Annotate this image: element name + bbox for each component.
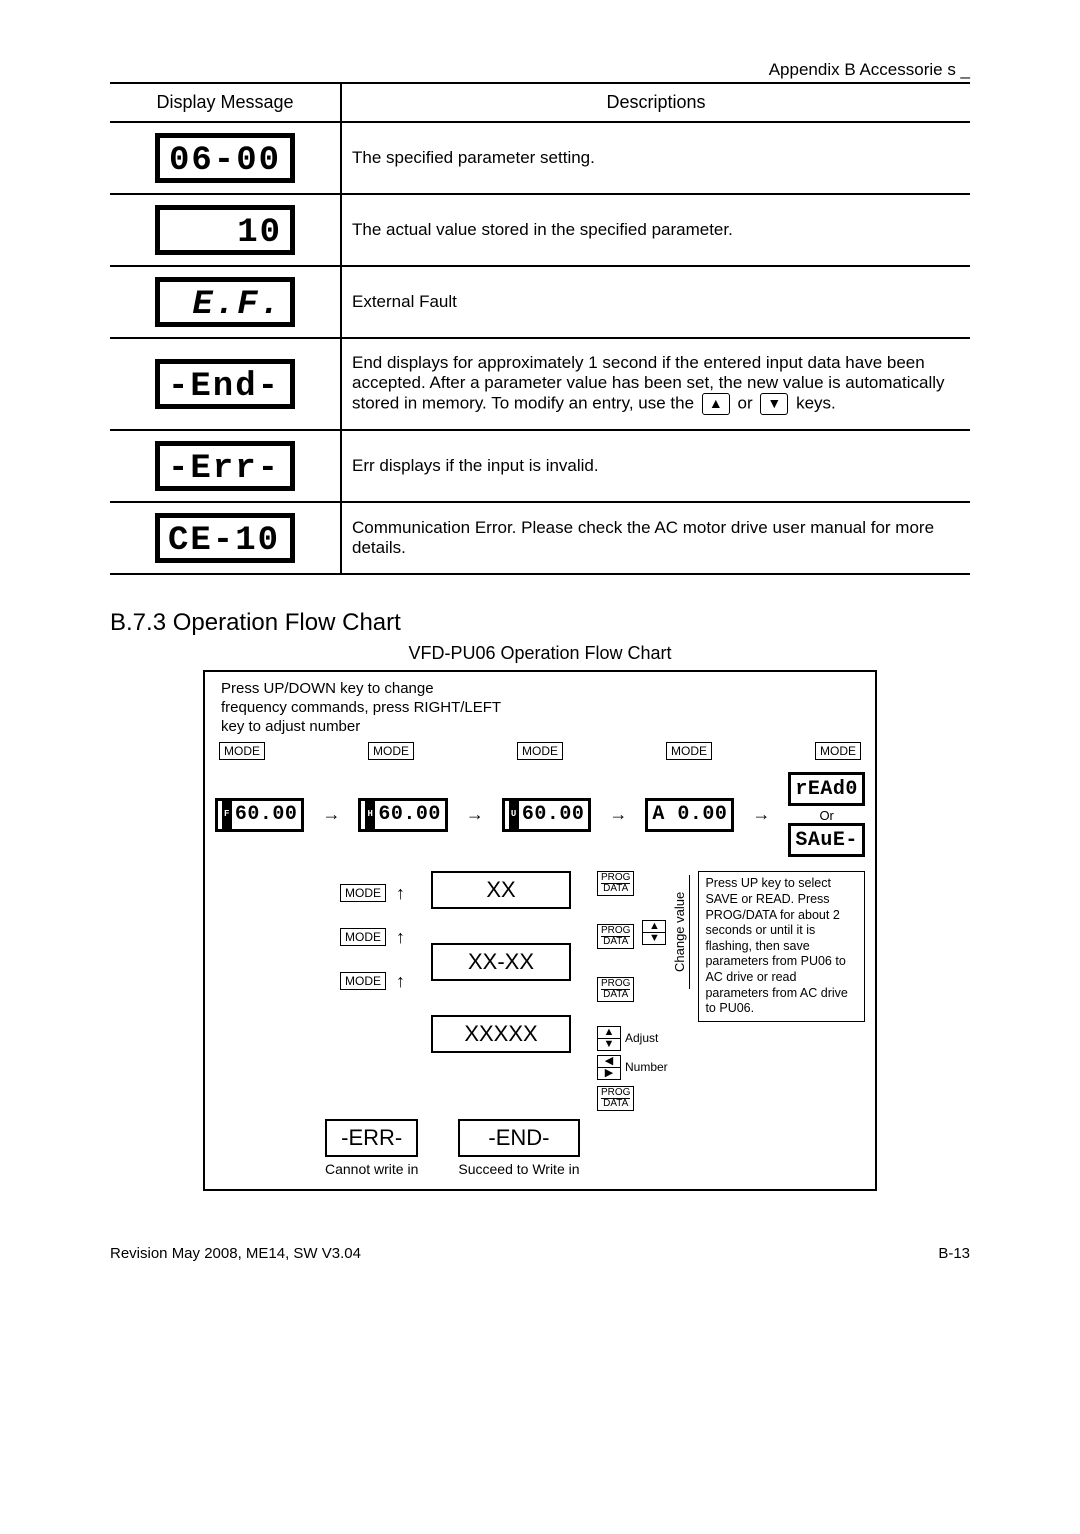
mode-box: MODE (340, 972, 386, 990)
flow-note-updown: Press UP/DOWN key to change frequency co… (221, 680, 501, 736)
lcd-display: -Err- (155, 441, 295, 491)
arrow-up-icon: ↑ (396, 883, 405, 904)
table-row: E.F. External Fault (110, 266, 970, 338)
lcd-display: -End- (155, 359, 295, 409)
mode-box: MODE (666, 742, 712, 760)
mode-box: MODE (815, 742, 861, 760)
mode-box: MODE (368, 742, 414, 760)
table-row: 10 The actual value stored in the specif… (110, 194, 970, 266)
or-label: Or (788, 808, 865, 823)
cell-xxxxx: XXXXX (431, 1015, 571, 1053)
lcd-top-row: F60.00 → H60.00 → U60.00 → A 0.00 → rEAd… (215, 772, 865, 857)
down-key-icon: ▼ (760, 393, 788, 415)
arrow-right-icon: → (466, 804, 484, 825)
leftright-arrows-icon: ◀▶ (597, 1055, 621, 1080)
cell-xx-xx: XX-XX (431, 943, 571, 981)
cell-xx: XX (431, 871, 571, 909)
lcd-display: 06-00 (155, 133, 295, 183)
flow-chart-title: VFD-PU06 Operation Flow Chart (110, 643, 970, 664)
table-row: -Err- Err displays if the input is inval… (110, 430, 970, 502)
desc-cell: The actual value stored in the specified… (341, 194, 970, 266)
table-row: -End- End displays for approximately 1 s… (110, 338, 970, 430)
arrow-right-icon: → (752, 804, 770, 825)
mode-label-row: MODE MODE MODE MODE MODE (215, 742, 865, 760)
page-footer: Revision May 2008, ME14, SW V3.04 B-13 (110, 1245, 970, 1262)
desc-cell: The specified parameter setting. (341, 122, 970, 194)
footer-left: Revision May 2008, ME14, SW V3.04 (110, 1245, 361, 1262)
flow-chart: Press UP/DOWN key to change frequency co… (203, 670, 877, 1191)
end-caption: Succeed to Write in (458, 1161, 579, 1177)
lcd-save: SAuE- (788, 823, 865, 857)
footer-right: B-13 (938, 1245, 970, 1262)
desc-cell: External Fault (341, 266, 970, 338)
appendix-header: Appendix B Accessorie s _ (110, 60, 970, 84)
adjust-number-row: ◀▶ Number (597, 1055, 865, 1080)
col-display-message: Display Message (110, 84, 341, 122)
table-row: 06-00 The specified parameter setting. (110, 122, 970, 194)
lcd-f: F60.00 (215, 798, 304, 832)
flow-note-save-read: Press UP key to select SAVE or READ. Pre… (698, 871, 865, 1022)
lcd-display: CE-10 (155, 513, 295, 563)
mode-box: MODE (340, 928, 386, 946)
section-heading: B.7.3 Operation Flow Chart (110, 609, 970, 637)
err-box: -ERR- (325, 1119, 418, 1157)
desc-cell: Err displays if the input is invalid. (341, 430, 970, 502)
adjust-number-row: ▲▼ Adjust (597, 1026, 865, 1051)
prog-data-box: PROGDATA (597, 1086, 634, 1111)
updown-arrows-icon: ▲▼ (642, 920, 666, 945)
mode-box: MODE (219, 742, 265, 760)
desc-cell: Communication Error. Please check the AC… (341, 502, 970, 574)
arrow-up-icon: ↑ (396, 971, 405, 992)
lcd-display: 10 (155, 205, 295, 255)
lcd-u: U60.00 (502, 798, 591, 832)
prog-data-box: PROGDATA (597, 871, 634, 896)
up-key-icon: ▲ (702, 393, 730, 415)
lcd-h: H60.00 (358, 798, 447, 832)
change-value-label: Change value (670, 875, 690, 989)
err-caption: Cannot write in (325, 1161, 418, 1177)
mode-box: MODE (340, 884, 386, 902)
lcd-display: E.F. (155, 277, 295, 327)
updown-arrows-icon: ▲▼ (597, 1026, 621, 1051)
desc-cell: End displays for approximately 1 second … (341, 338, 970, 430)
arrow-right-icon: → (609, 804, 627, 825)
mode-column: MODE ↑ MODE ↑ MODE ↑ (215, 871, 405, 1003)
cell-column: XX XX-XX XXXXX (431, 871, 571, 1087)
table-row: CE-10 Communication Error. Please check … (110, 502, 970, 574)
mode-box: MODE (517, 742, 563, 760)
prog-data-box: PROGDATA (597, 977, 634, 1002)
prog-data-box: PROGDATA (597, 924, 634, 949)
arrow-up-icon: ↑ (396, 927, 405, 948)
display-message-table: Display Message Descriptions 06-00 The s… (110, 84, 970, 575)
end-box: -END- (458, 1119, 579, 1157)
col-descriptions: Descriptions (341, 84, 970, 122)
lcd-read: rEAd0 (788, 772, 865, 806)
lcd-a: A 0.00 (645, 798, 734, 832)
arrow-right-icon: → (322, 804, 340, 825)
